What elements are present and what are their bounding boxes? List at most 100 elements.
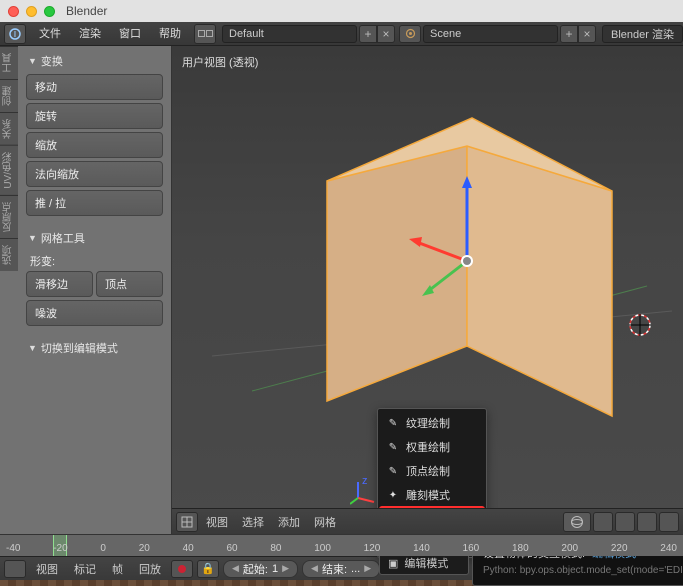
timeline-menu-playback[interactable]: 回放 bbox=[133, 561, 167, 577]
increment-icon[interactable]: ▶ bbox=[282, 563, 289, 574]
close-window-button[interactable] bbox=[8, 6, 19, 17]
scale-button[interactable]: 缩放 bbox=[26, 132, 163, 158]
decrement-icon[interactable]: ◀ bbox=[232, 563, 239, 574]
menu-help[interactable]: 帮助 bbox=[150, 22, 190, 46]
minimize-window-button[interactable] bbox=[26, 6, 37, 17]
tool-shelf: ▼变换 移动 旋转 缩放 法向缩放 推 / 拉 ▼网格工具 形变: 滑移边 顶点 bbox=[0, 46, 172, 534]
screen-layout-remove-button[interactable]: × bbox=[377, 25, 395, 43]
viewport-menu-select[interactable]: 选择 bbox=[236, 514, 270, 530]
menu-render[interactable]: 渲染 bbox=[70, 22, 110, 46]
shading-mode-button[interactable] bbox=[637, 512, 657, 532]
timeline-ruler[interactable]: -40 -20 0 20 40 60 80 100 120 140 160 18… bbox=[0, 534, 683, 556]
screen-layout-add-remove: + × bbox=[359, 25, 395, 43]
timeline-editor-type-selector[interactable] bbox=[4, 560, 26, 578]
scene-add-button[interactable]: + bbox=[560, 25, 578, 43]
scene-remove-button[interactable]: × bbox=[578, 25, 596, 43]
tab-uvcolor[interactable]: UV/色彩 bbox=[0, 145, 18, 195]
mode-menu-item-texture-paint[interactable]: ✎ 纹理绘制 bbox=[380, 411, 484, 435]
menu-file[interactable]: 文件 bbox=[30, 22, 70, 46]
decrement-icon[interactable]: ◀ bbox=[311, 563, 318, 574]
orientation-selector[interactable] bbox=[563, 512, 591, 532]
workarea: 工具 创建 关系 UV/色彩 反原点 选项 ▼变换 移动 旋转 缩放 法向缩放 … bbox=[0, 46, 683, 534]
panel-transform: ▼变换 移动 旋转 缩放 法向缩放 推 / 拉 bbox=[22, 50, 167, 225]
push-pull-button[interactable]: 推 / 拉 bbox=[26, 190, 163, 216]
timeline-tick: -20 bbox=[53, 543, 67, 554]
snap-toggle-button[interactable] bbox=[593, 512, 613, 532]
cube-face-left bbox=[327, 146, 467, 401]
collapse-icon: ▼ bbox=[28, 343, 37, 353]
render-engine-dropdown[interactable]: Blender 渲染 bbox=[602, 25, 683, 43]
mode-menu-item-weight-paint[interactable]: ✎权重绘制 bbox=[380, 435, 484, 459]
end-frame-label: 结束: bbox=[322, 561, 347, 577]
tab-tools[interactable]: 工具 bbox=[0, 46, 18, 79]
proportional-edit-button[interactable] bbox=[615, 512, 635, 532]
viewport-menu-add[interactable]: 添加 bbox=[272, 514, 306, 530]
scene-value: Scene bbox=[430, 28, 461, 40]
top-menubar: i 文件 渲染 窗口 帮助 Default + × Scene + × Blen… bbox=[0, 22, 683, 46]
noise-button[interactable]: 噪波 bbox=[26, 300, 163, 326]
timeline-menu-view[interactable]: 视图 bbox=[30, 561, 64, 577]
panel-mesh-title: 网格工具 bbox=[41, 230, 85, 246]
panel-transform-header[interactable]: ▼变换 bbox=[22, 50, 167, 72]
tab-options[interactable]: 选项 bbox=[0, 238, 18, 271]
svg-text:i: i bbox=[14, 28, 16, 40]
start-frame-field[interactable]: ◀ 起始: 1 ▶ bbox=[223, 560, 298, 578]
deform-label: 形变: bbox=[26, 251, 163, 271]
panel-switch-header[interactable]: ▼切换到编辑模式 bbox=[22, 337, 167, 359]
timeline-tick: 200 bbox=[561, 543, 578, 554]
scale-normal-button[interactable]: 法向缩放 bbox=[26, 161, 163, 187]
slide-edge-button[interactable]: 滑移边 bbox=[26, 271, 93, 297]
vertex-button[interactable]: 顶点 bbox=[96, 271, 163, 297]
axis-gizmo-icon: z bbox=[350, 476, 380, 506]
timeline-tick: -40 bbox=[6, 543, 20, 554]
timeline-menu-marker[interactable]: 标记 bbox=[68, 561, 102, 577]
maximize-window-button[interactable] bbox=[44, 6, 55, 17]
panel-mesh-tools: ▼网格工具 形变: 滑移边 顶点 噪波 bbox=[22, 227, 167, 335]
timeline-tick: 240 bbox=[660, 543, 677, 554]
info-editor-icon[interactable]: i bbox=[4, 24, 26, 44]
tooltip-python: Python: bpy.ops.object.mode_set(mode='ED… bbox=[483, 563, 683, 578]
timeline-tick: 100 bbox=[314, 543, 331, 554]
end-frame-field[interactable]: ◀ 结束: ... ▶ bbox=[302, 560, 380, 578]
scene-field[interactable]: Scene bbox=[423, 25, 558, 43]
overlay-toggle-button[interactable] bbox=[659, 512, 679, 532]
scene-browse-button[interactable] bbox=[399, 25, 421, 43]
mode-item-label: 权重绘制 bbox=[406, 439, 450, 455]
timeline-tick: 180 bbox=[512, 543, 529, 554]
lock-frame-button[interactable]: 🔒 bbox=[197, 560, 219, 578]
mode-item-label: 纹理绘制 bbox=[406, 415, 450, 431]
rotate-button[interactable]: 旋转 bbox=[26, 103, 163, 129]
screen-layout-browse-button[interactable] bbox=[194, 24, 216, 44]
tab-origin[interactable]: 反原点 bbox=[0, 195, 18, 238]
screen-layout-field[interactable]: Default bbox=[222, 25, 357, 43]
viewport-menu-mesh[interactable]: 网格 bbox=[308, 514, 342, 530]
menu-window[interactable]: 窗口 bbox=[110, 22, 150, 46]
panel-mesh-header[interactable]: ▼网格工具 bbox=[22, 227, 167, 249]
3d-cursor-icon bbox=[626, 311, 654, 339]
end-frame-value: ... bbox=[351, 563, 360, 575]
collapse-icon: ▼ bbox=[28, 56, 37, 66]
timeline-menu-frame[interactable]: 帧 bbox=[106, 561, 129, 577]
viewport-header: 视图 选择 添加 网格 bbox=[172, 508, 683, 534]
timeline-tick: 0 bbox=[100, 543, 106, 554]
tab-create[interactable]: 创建 bbox=[0, 79, 18, 112]
increment-icon[interactable]: ▶ bbox=[364, 563, 371, 574]
tool-shelf-tabs: 工具 创建 关系 UV/色彩 反原点 选项 bbox=[0, 46, 18, 271]
viewport-menu-view[interactable]: 视图 bbox=[200, 514, 234, 530]
mode-menu-item-sculpt[interactable]: ✦雕刻模式 bbox=[380, 483, 484, 507]
screen-layout-value: Default bbox=[229, 28, 264, 40]
mode-menu-item-vertex-paint[interactable]: ✎顶点绘制 bbox=[380, 459, 484, 483]
3d-viewport[interactable]: 用户视图 (透视) bbox=[172, 46, 683, 534]
paint-icon: ✎ bbox=[386, 416, 400, 430]
auto-keyframe-button[interactable] bbox=[171, 560, 193, 578]
timeline-tick: 140 bbox=[413, 543, 430, 554]
timeline-tick: 220 bbox=[611, 543, 628, 554]
mode-item-label: 顶点绘制 bbox=[406, 463, 450, 479]
timeline-tick: 60 bbox=[226, 543, 237, 554]
timeline-tick: 20 bbox=[139, 543, 150, 554]
tab-relations[interactable]: 关系 bbox=[0, 112, 18, 145]
translate-button[interactable]: 移动 bbox=[26, 74, 163, 100]
window-titlebar: Blender bbox=[0, 0, 683, 22]
editor-type-selector[interactable] bbox=[176, 512, 198, 532]
screen-layout-add-button[interactable]: + bbox=[359, 25, 377, 43]
